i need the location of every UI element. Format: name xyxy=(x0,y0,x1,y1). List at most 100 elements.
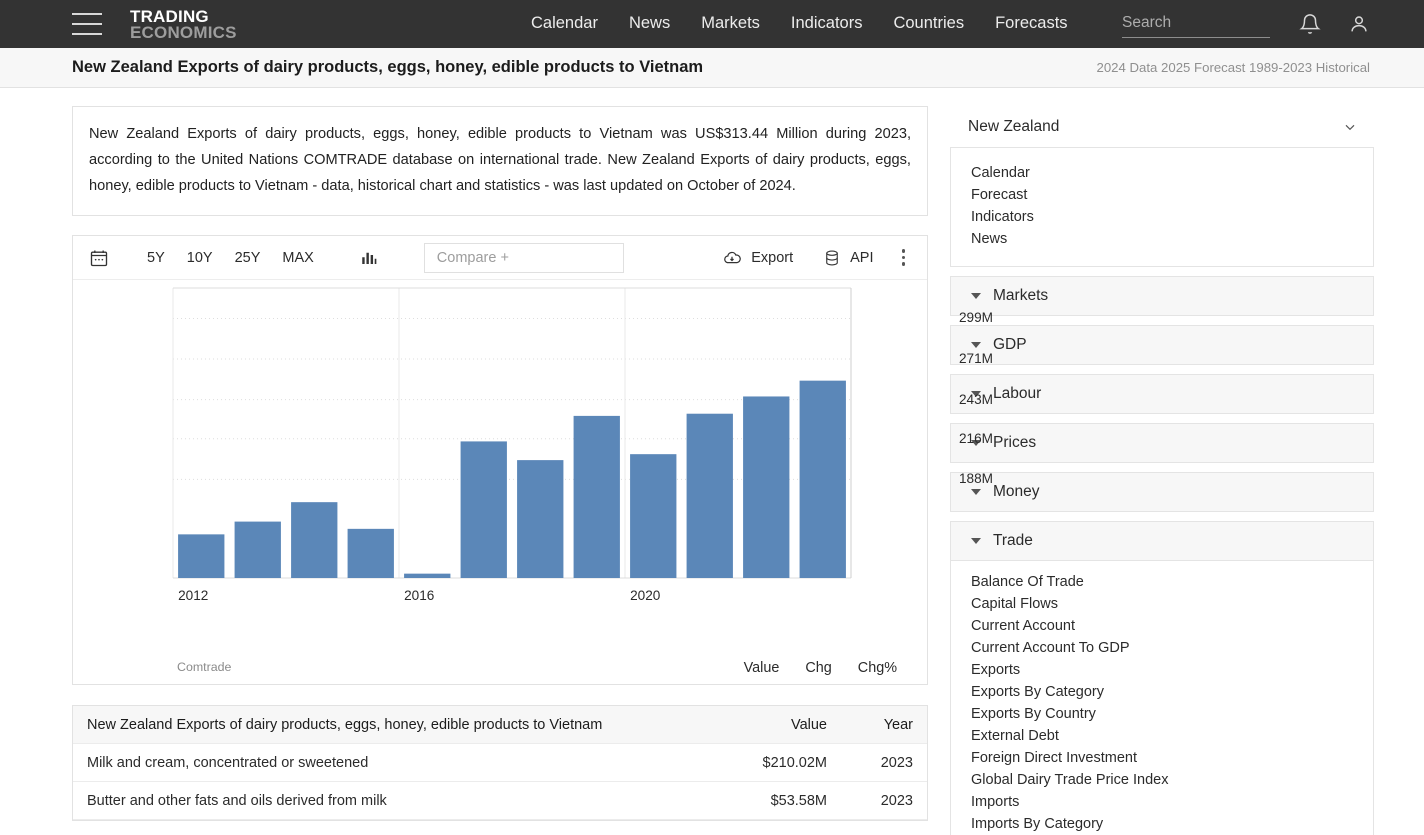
search-container xyxy=(1122,12,1270,38)
y-axis-tick-label: 216M xyxy=(959,430,994,446)
export-label: Export xyxy=(751,249,794,266)
x-axis-labels: 2012 2016 2020 xyxy=(73,280,927,686)
y-axis-tick-label: 299M xyxy=(959,310,994,326)
site-logo[interactable]: TRADING ECONOMICS xyxy=(130,8,237,41)
hamburger-line xyxy=(72,33,102,35)
nav-item-markets[interactable]: Markets xyxy=(701,14,760,33)
page-title-bar: New Zealand Exports of dairy products, e… xyxy=(0,48,1424,88)
column-header-name: New Zealand Exports of dairy products, e… xyxy=(87,716,603,733)
kebab-menu-icon[interactable] xyxy=(894,245,914,270)
link-historical[interactable]: 1989-2023 Historical xyxy=(1249,60,1370,75)
sidebar-trade-item[interactable]: Global Dairy Trade Price Index xyxy=(971,769,1373,791)
sidebar-item-calendar[interactable]: Calendar xyxy=(971,162,1373,184)
row-value: $53.58M xyxy=(770,792,827,809)
api-label: API xyxy=(850,249,874,266)
row-name: Butter and other fats and oils derived f… xyxy=(87,792,387,809)
range-5y[interactable]: 5Y xyxy=(147,250,165,266)
link-2025-forecast[interactable]: 2025 Forecast xyxy=(1161,60,1245,75)
chart-toolbar-right: Export API xyxy=(712,245,913,270)
quick-links-panel: Calendar Forecast Indicators News xyxy=(950,148,1374,267)
sidebar-item-news[interactable]: News xyxy=(971,228,1373,250)
bar-chart-icon[interactable] xyxy=(360,249,378,267)
breakdown-table: New Zealand Exports of dairy products, e… xyxy=(72,705,928,821)
sidebar-trade-item[interactable]: Exports xyxy=(971,659,1373,681)
calendar-icon[interactable] xyxy=(89,248,109,268)
sidebar-trade-item[interactable]: Imports By Category xyxy=(971,813,1373,835)
sidebar-trade-item[interactable]: Current Account To GDP xyxy=(971,637,1373,659)
sidebar-item-indicators[interactable]: Indicators xyxy=(971,206,1373,228)
description-card: New Zealand Exports of dairy products, e… xyxy=(72,106,928,216)
hamburger-line xyxy=(72,23,102,25)
table-row[interactable]: Butter and other fats and oils derived f… xyxy=(73,782,927,820)
sidebar-trade-item[interactable]: Foreign Direct Investment xyxy=(971,747,1373,769)
sidebar-item-forecast[interactable]: Forecast xyxy=(971,184,1373,206)
chart-source-label: Comtrade xyxy=(177,660,232,674)
column-header-year: Year xyxy=(883,716,913,733)
nav-item-calendar[interactable]: Calendar xyxy=(531,14,598,33)
main-column: New Zealand Exports of dairy products, e… xyxy=(72,106,993,821)
api-button[interactable]: API xyxy=(813,248,883,268)
compare-placeholder: Compare + xyxy=(436,249,509,266)
database-icon xyxy=(823,248,841,268)
y-axis-tick-label: 243M xyxy=(959,391,994,407)
range-25y[interactable]: 25Y xyxy=(235,250,261,266)
x-axis-tick-label: 2016 xyxy=(404,588,435,603)
x-axis-tick-label: 2012 xyxy=(178,588,209,603)
kebab-dot xyxy=(901,262,905,266)
main-nav: Calendar News Markets Indicators Countri… xyxy=(531,14,1068,33)
nav-item-indicators[interactable]: Indicators xyxy=(791,14,863,33)
row-year: 2023 xyxy=(880,754,913,771)
chevron-down-icon xyxy=(1342,119,1358,135)
hamburger-menu-icon[interactable] xyxy=(72,13,102,35)
sidebar-trade-item[interactable]: Current Account xyxy=(971,615,1373,637)
range-selector: 5Y 10Y 25Y MAX xyxy=(147,250,314,266)
kebab-dot xyxy=(901,249,905,253)
compare-input[interactable]: Compare + xyxy=(423,242,624,273)
country-selector[interactable]: New Zealand xyxy=(950,106,1374,148)
country-name: New Zealand xyxy=(968,117,1060,135)
page-body: New Zealand Exports of dairy products, e… xyxy=(0,88,1424,835)
table-row[interactable]: Milk and cream, concentrated or sweetene… xyxy=(73,744,927,782)
y-axis-labels: 299M 271M 243M 216M 188M xyxy=(949,280,1019,686)
range-max[interactable]: MAX xyxy=(282,250,313,266)
nav-item-news[interactable]: News xyxy=(629,14,670,33)
sidebar-trade-item[interactable]: Imports xyxy=(971,791,1373,813)
notifications-bell-icon[interactable] xyxy=(1299,13,1321,35)
sidebar-trade-item[interactable]: Balance Of Trade xyxy=(971,571,1373,593)
logo-line-economics: ECONOMICS xyxy=(130,22,237,42)
search-input[interactable] xyxy=(1122,12,1270,38)
legend-value[interactable]: Value xyxy=(744,660,780,676)
chart-legend: Value Chg Chg% xyxy=(744,660,897,676)
page-subtitle-links: 2024 Data 2025 Forecast 1989-2023 Histor… xyxy=(1097,60,1370,75)
sidebar-trade-item[interactable]: Capital Flows xyxy=(971,593,1373,615)
y-axis-tick-label: 188M xyxy=(959,471,994,487)
sidebar-trade-item[interactable]: Exports By Category xyxy=(971,681,1373,703)
top-navigation-bar: TRADING ECONOMICS Calendar News Markets … xyxy=(0,0,1424,48)
export-button[interactable]: Export xyxy=(712,248,803,268)
row-name: Milk and cream, concentrated or sweetene… xyxy=(87,754,369,771)
row-value: $210.02M xyxy=(762,754,828,771)
cloud-download-icon xyxy=(722,248,742,268)
y-axis-tick-label: 271M xyxy=(959,351,994,367)
legend-chgpct[interactable]: Chg% xyxy=(858,660,897,676)
link-2024-data[interactable]: 2024 Data xyxy=(1097,60,1158,75)
chart-toolbar: 5Y 10Y 25Y MAX Compare + Export API xyxy=(73,236,927,280)
range-10y[interactable]: 10Y xyxy=(187,250,213,266)
x-axis-tick-label: 2020 xyxy=(630,588,661,603)
chart-card: 5Y 10Y 25Y MAX Compare + Export API 299M… xyxy=(72,235,993,686)
sidebar-trade-item[interactable]: Exports By Country xyxy=(971,703,1373,725)
chart-plot-area[interactable]: 299M 271M 243M 216M 188M 2012 2016 2020 Comtra… xyxy=(73,280,993,686)
description-text: New Zealand Exports of dairy products, e… xyxy=(89,126,911,194)
sidebar-trade-item[interactable]: External Debt xyxy=(971,725,1373,747)
column-header-value: Value xyxy=(790,716,827,733)
hamburger-line xyxy=(72,13,102,15)
user-account-icon[interactable] xyxy=(1348,13,1370,35)
nav-item-forecasts[interactable]: Forecasts xyxy=(995,14,1067,33)
logo-line-trading: TRADING xyxy=(130,6,209,26)
kebab-dot xyxy=(901,255,905,260)
legend-chg[interactable]: Chg xyxy=(805,660,831,676)
nav-item-countries[interactable]: Countries xyxy=(893,14,964,33)
table-header-row: New Zealand Exports of dairy products, e… xyxy=(73,706,927,744)
row-year: 2023 xyxy=(880,792,913,809)
page-title: New Zealand Exports of dairy products, e… xyxy=(72,58,704,76)
